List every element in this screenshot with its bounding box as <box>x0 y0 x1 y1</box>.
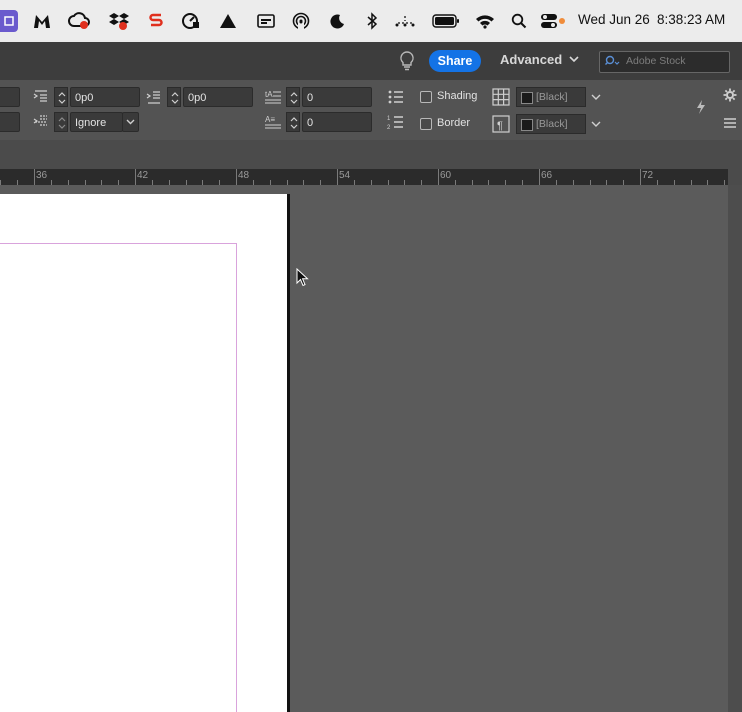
svg-text:A≡: A≡ <box>265 115 275 124</box>
ruler-label: 36 <box>36 170 48 181</box>
dropbox-icon[interactable] <box>108 10 130 32</box>
space-after-input[interactable]: 0p0 <box>183 87 253 107</box>
ruler-label: 42 <box>137 170 149 181</box>
ruler-label: 66 <box>541 170 553 181</box>
margin-guide-right <box>236 243 237 712</box>
clipped-field-bottom[interactable] <box>0 112 20 132</box>
align-to-grid-dropdown[interactable] <box>122 112 139 132</box>
menubar-date[interactable]: Wed Jun 26 <box>578 12 650 27</box>
border-label: Border <box>437 117 471 129</box>
align-to-grid-stepper[interactable] <box>54 112 68 132</box>
spotlight-icon[interactable] <box>508 10 530 32</box>
adobe-stock-search-input[interactable]: Adobe Stock <box>599 51 730 73</box>
drop-cap-lines-stepper[interactable] <box>286 87 300 107</box>
document-page[interactable] <box>0 194 287 712</box>
moon-icon[interactable] <box>326 10 348 32</box>
numbered-list-icon[interactable]: 12 <box>387 113 405 131</box>
search-placeholder: Adobe Stock <box>626 55 686 67</box>
gear-icon[interactable] <box>723 88 737 102</box>
drop-cap-lines-input[interactable]: 0 <box>302 87 372 107</box>
chevron-down-icon[interactable] <box>589 90 603 104</box>
share-button[interactable]: Share <box>429 50 481 72</box>
search-icon <box>605 55 620 65</box>
svg-text:1: 1 <box>387 116 391 122</box>
shading-label: Shading <box>437 90 478 102</box>
ruler-label: 60 <box>440 170 452 181</box>
space-before-input[interactable]: 0p0 <box>70 87 140 107</box>
border-checkbox[interactable] <box>420 118 432 130</box>
clipped-field-top[interactable] <box>0 87 20 107</box>
shading-checkbox[interactable] <box>420 91 432 103</box>
space-before-icon <box>33 90 47 102</box>
chevron-down-icon[interactable] <box>568 52 580 66</box>
lightbulb-icon[interactable] <box>398 50 416 72</box>
space-before-stepper[interactable] <box>54 87 68 107</box>
align-to-grid-select[interactable]: Ignore <box>70 112 123 132</box>
s-app-icon[interactable] <box>145 10 167 32</box>
chevron-down-icon[interactable] <box>589 117 603 131</box>
mouse-pointer-icon <box>296 268 309 287</box>
panel-menu-icon[interactable] <box>723 116 737 130</box>
triangle-icon[interactable] <box>217 10 239 32</box>
black-swatch <box>521 92 533 104</box>
control-center-icon[interactable] <box>540 10 566 32</box>
shading-color-value: [Black] <box>536 91 568 103</box>
space-after-stepper[interactable] <box>167 87 181 107</box>
paragraph-icon[interactable]: ¶ <box>492 115 510 133</box>
chevron-down-icon <box>126 119 135 125</box>
drop-cap-chars-icon: A≡ <box>265 115 281 129</box>
macos-menu-bar: Wed Jun 26 8:38:23 AM <box>0 0 742 42</box>
application-bar: Share Advanced Adobe Stock <box>0 42 742 80</box>
drop-cap-chars-stepper[interactable] <box>286 112 300 132</box>
display-icon[interactable] <box>255 10 277 32</box>
ruler-label: 48 <box>238 170 250 181</box>
border-color-value: [Black] <box>536 118 568 130</box>
bulleted-list-icon[interactable] <box>387 88 405 106</box>
svg-text:2: 2 <box>387 125 391 131</box>
network-icon[interactable] <box>394 10 416 32</box>
battery-icon[interactable] <box>432 10 460 32</box>
svg-text:¶: ¶ <box>497 120 503 132</box>
menubar-time[interactable]: 8:38:23 AM <box>657 12 725 27</box>
shading-color-select[interactable]: [Black] <box>516 87 586 107</box>
ruler-label: 72 <box>642 170 654 181</box>
svg-text:tA: tA <box>265 90 273 99</box>
margin-guide-top <box>0 243 236 244</box>
ruler-ticks <box>0 169 725 185</box>
lightning-icon[interactable] <box>692 98 710 116</box>
airdrop-icon[interactable] <box>290 10 312 32</box>
space-after-icon <box>146 91 160 104</box>
drop-cap-chars-input[interactable]: 0 <box>302 112 372 132</box>
grid-settings-icon[interactable] <box>492 88 510 106</box>
ruler-corner <box>728 169 742 185</box>
workspace-switcher[interactable]: Advanced <box>500 52 562 67</box>
black-swatch <box>521 119 533 131</box>
ruler-label: 54 <box>339 170 351 181</box>
bluetooth-icon[interactable] <box>361 10 383 32</box>
drop-cap-lines-icon: tA <box>265 90 281 104</box>
speed-icon[interactable] <box>180 10 202 32</box>
app-icon[interactable] <box>0 10 18 32</box>
creative-cloud-icon[interactable] <box>68 10 90 32</box>
align-to-grid-icon <box>33 115 47 126</box>
control-panel: 0p0 0p0 Ignore tA 0 A≡ 0 12 Shading Bord… <box>0 80 742 140</box>
page-edge-shadow <box>287 194 290 712</box>
border-color-select[interactable]: [Black] <box>516 114 586 134</box>
malwarebytes-icon[interactable] <box>31 10 53 32</box>
wifi-icon[interactable] <box>474 10 496 32</box>
document-tab-bar <box>0 140 742 169</box>
vertical-scrollbar[interactable] <box>728 185 742 712</box>
horizontal-ruler[interactable]: 36 42 48 54 60 66 72 <box>0 169 728 185</box>
